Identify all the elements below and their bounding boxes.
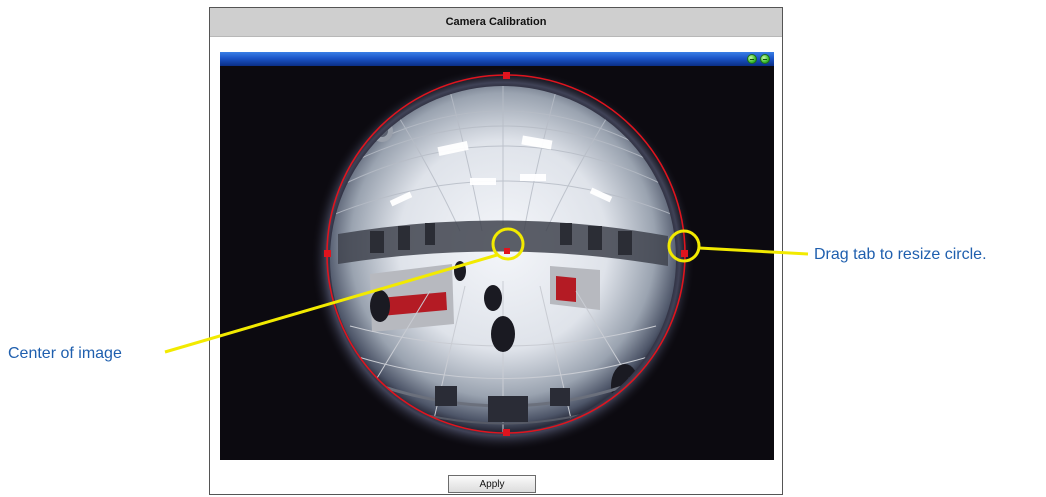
center-callout-leader — [164, 253, 498, 354]
resize-callout-text: Drag tab to resize circle. — [814, 246, 987, 263]
resize-callout-ring — [667, 229, 701, 263]
resize-callout-leader — [698, 246, 809, 256]
center-callout-ring — [491, 227, 525, 261]
center-callout-text: Center of image — [8, 345, 122, 362]
